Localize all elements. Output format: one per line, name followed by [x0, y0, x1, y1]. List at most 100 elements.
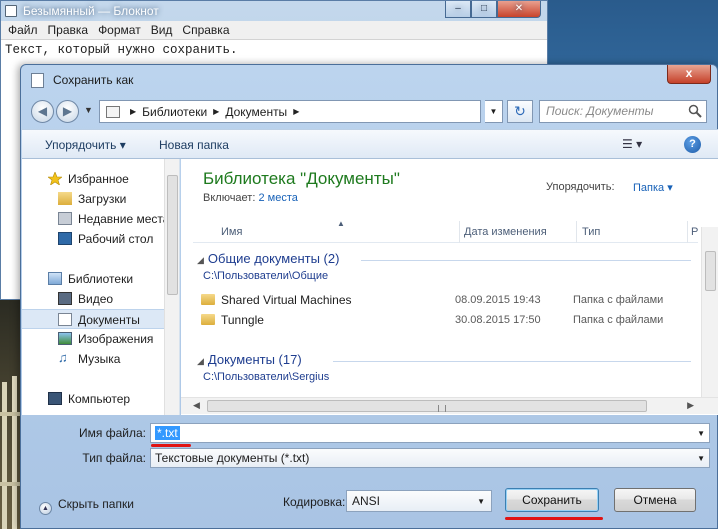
group-title-documents: Документы (17) — [207, 352, 302, 367]
collapse-triangle-icon[interactable]: ◢ — [197, 356, 204, 366]
chevron-right-icon[interactable]: ▶ — [130, 107, 136, 116]
nav-documents[interactable]: Документы — [22, 309, 179, 329]
column-separator[interactable] — [459, 221, 460, 243]
filename-value: *.txt — [155, 426, 180, 440]
address-bar[interactable]: ▶ Библиотеки ▶ Документы ▶ — [99, 100, 481, 123]
hscrollbar-thumb[interactable] — [207, 400, 647, 412]
nav-desktop[interactable]: Рабочий стол — [22, 229, 179, 249]
nav-images[interactable]: Изображения — [22, 329, 179, 349]
dialog-close-button[interactable]: x — [667, 65, 711, 84]
minimize-button[interactable]: – — [445, 1, 471, 18]
menu-format[interactable]: Формат — [93, 21, 146, 39]
nav-computer[interactable]: Компьютер — [22, 389, 179, 409]
file-list-vscrollbar[interactable] — [701, 227, 718, 399]
filetype-select[interactable]: Текстовые документы (*.txt) ▼ — [150, 448, 710, 468]
column-name[interactable]: Имя — [221, 226, 242, 238]
recent-places-icon — [58, 212, 72, 225]
encoding-value: ANSI — [352, 494, 381, 508]
nav-favorites[interactable]: Избранное — [22, 169, 179, 189]
group-path-public[interactable]: C:\Пользователи\Общие — [203, 270, 328, 282]
includes-locations-link[interactable]: 2 места — [258, 192, 297, 204]
library-icon — [106, 105, 120, 118]
back-button[interactable]: ◀ — [31, 100, 54, 123]
help-icon[interactable]: ? — [684, 136, 701, 153]
file-type: Папка с файлами — [573, 294, 664, 306]
table-row[interactable]: Shared Virtual Machines 08.09.2015 19:43… — [201, 290, 691, 310]
group-title-public: Общие документы (2) — [207, 251, 340, 266]
new-folder-button[interactable]: Новая папка — [159, 138, 229, 152]
arrange-by-label: Упорядочить: — [546, 181, 615, 193]
group-header-documents[interactable]: ◢ Документы (17) — [197, 352, 302, 367]
file-list-pane: Библиотека "Документы" Включает: 2 места… — [181, 159, 718, 415]
nav-images-label: Изображения — [78, 332, 154, 346]
notepad-window-controls: – □ ✕ — [445, 1, 541, 19]
save-button[interactable]: Сохранить — [505, 488, 599, 512]
encoding-dropdown-icon[interactable]: ▼ — [477, 492, 485, 512]
forward-button[interactable]: ▶ — [56, 100, 79, 123]
scrollbar-grip-icon — [438, 405, 446, 412]
hide-folders-button[interactable]: ▲ Скрыть папки — [39, 497, 134, 515]
address-dropdown-icon[interactable]: ▼ — [485, 100, 503, 123]
organize-button[interactable]: Упорядочить ▾ — [45, 138, 126, 152]
file-list-hscrollbar[interactable]: ◀ ▶ — [181, 397, 718, 414]
dialog-title: Сохранить как — [53, 73, 134, 87]
group-path-documents[interactable]: C:\Пользователи\Sergius — [203, 371, 329, 383]
cancel-button[interactable]: Отмена — [614, 488, 696, 512]
nav-video[interactable]: Видео — [22, 289, 179, 309]
filename-underline-annotation — [151, 444, 191, 447]
vscrollbar-thumb[interactable] — [705, 251, 716, 291]
notepad-close-button[interactable]: ✕ — [497, 1, 541, 18]
nav-scrollbar[interactable] — [164, 159, 179, 415]
scroll-right-icon[interactable]: ▶ — [687, 400, 694, 411]
nav-scrollbar-thumb[interactable] — [167, 175, 178, 295]
arrange-by-dropdown[interactable]: Папка ▾ — [633, 181, 673, 194]
breadcrumb-documents[interactable]: Документы — [225, 105, 287, 119]
nav-recent-places[interactable]: Недавние места — [22, 209, 179, 229]
nav-music[interactable]: ♫ Музыка — [22, 349, 179, 369]
fence-decoration — [0, 376, 22, 529]
chevron-right-icon[interactable]: ▶ — [293, 107, 299, 116]
file-date: 08.09.2015 19:43 — [455, 294, 541, 306]
breadcrumb-libraries[interactable]: Библиотеки — [142, 105, 207, 119]
hide-folders-label: Скрыть папки — [58, 497, 134, 511]
save-underline-annotation — [505, 517, 603, 520]
group-header-public[interactable]: ◢ Общие документы (2) — [197, 251, 339, 266]
menu-help[interactable]: Справка — [177, 21, 234, 39]
nav-libraries[interactable]: Библиотеки — [22, 269, 179, 289]
history-dropdown-icon[interactable]: ▼ — [84, 105, 93, 115]
search-input[interactable]: Поиск: Документы — [539, 100, 707, 123]
column-date[interactable]: Дата изменения — [464, 226, 547, 238]
nav-music-label: Музыка — [78, 352, 121, 366]
documents-icon — [58, 313, 72, 326]
column-type[interactable]: Тип — [582, 226, 600, 238]
notepad-titlebar: Безымянный — Блокнот – □ ✕ — [1, 1, 547, 21]
menu-edit[interactable]: Правка — [43, 21, 94, 39]
file-name: Shared Virtual Machines — [221, 293, 352, 307]
menu-view[interactable]: Вид — [146, 21, 178, 39]
command-toolbar: Упорядочить ▾ Новая папка ☰ ▾ ? — [22, 129, 718, 159]
file-name: Tunngle — [221, 313, 264, 327]
nav-downloads[interactable]: Загрузки — [22, 189, 179, 209]
filename-label: Имя файла: — [79, 426, 146, 440]
collapse-triangle-icon[interactable]: ◢ — [197, 255, 204, 265]
column-separator[interactable] — [687, 221, 688, 243]
filename-dropdown-icon[interactable]: ▼ — [697, 425, 705, 443]
scroll-left-icon[interactable]: ◀ — [193, 400, 200, 411]
video-icon — [58, 292, 72, 305]
music-note-icon: ♫ — [58, 350, 68, 365]
menu-file[interactable]: Файл — [3, 21, 43, 39]
view-options-icon[interactable]: ☰ ▾ — [622, 137, 642, 151]
encoding-select[interactable]: ANSI ▼ — [346, 490, 492, 512]
filetype-dropdown-icon[interactable]: ▼ — [697, 450, 705, 468]
nav-desktop-label: Рабочий стол — [78, 232, 154, 246]
nav-video-label: Видео — [78, 292, 114, 306]
refresh-button[interactable]: ↻ — [507, 100, 533, 123]
column-separator[interactable] — [576, 221, 577, 243]
chevron-right-icon[interactable]: ▶ — [213, 107, 219, 116]
table-row[interactable]: Tunngle 30.08.2015 17:50 Папка с файлами — [201, 310, 691, 330]
filename-input[interactable]: *.txt ▼ — [150, 423, 710, 443]
notepad-menubar: Файл Правка Формат Вид Справка — [1, 21, 547, 40]
column-more[interactable]: Р — [691, 226, 698, 238]
maximize-button[interactable]: □ — [471, 1, 497, 18]
includes-label: Включает: — [203, 192, 256, 204]
